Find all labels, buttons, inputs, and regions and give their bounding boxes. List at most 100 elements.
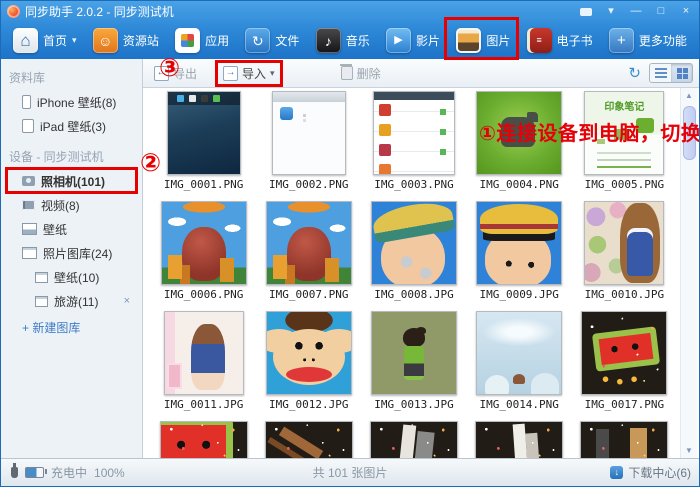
scroll-down-icon[interactable]: ▼	[685, 443, 693, 459]
photo-item[interactable]: IMG_0007.PNG	[256, 201, 361, 311]
photo-filename: IMG_0008.JPG	[374, 288, 454, 301]
sidebar-item-label: 壁纸(10)	[54, 270, 100, 285]
more-functions-icon: +	[608, 28, 634, 53]
photo-filename: IMG_0012.JPG	[269, 398, 349, 411]
photo-thumbnail[interactable]	[580, 421, 669, 459]
toolbar-files-button[interactable]: ↻ 文件	[245, 28, 299, 53]
main-toolbar: ⌂ 首页 ▾ ☺ 资源站 应用 ↻ 文件 ♪ 音乐 ▶ 影片 图片 ≡ 电子书 …	[1, 17, 699, 60]
photo-item[interactable]: IMG_0002.PNG	[256, 91, 361, 201]
close-icon[interactable]: ×	[679, 6, 693, 18]
wallpaper-icon	[22, 223, 37, 235]
photo-item[interactable]: IMG_0014.PNG	[467, 311, 572, 421]
photo-thumbnail[interactable]	[475, 421, 564, 459]
photo-item[interactable]: IMG_0013.JPG	[361, 311, 466, 421]
photo-thumbnail[interactable]	[271, 91, 346, 175]
sidebar-item-iphone-wallpaper[interactable]: iPhone 壁纸(8)	[1, 90, 142, 114]
toolbar-apps-button[interactable]: 应用	[175, 28, 229, 53]
new-gallery-button[interactable]: + 新建图库	[1, 313, 142, 336]
delete-button[interactable]: 删除	[336, 63, 386, 84]
photo-thumbnail[interactable]	[372, 91, 455, 175]
import-icon: →	[223, 65, 239, 81]
photo-item[interactable]: IMG_0008.JPG	[361, 201, 466, 311]
minimize-to-tray-icon[interactable]: ▾	[604, 6, 618, 18]
photo-item[interactable]	[361, 421, 466, 459]
export-label: 导出	[173, 66, 198, 81]
photo-filename: IMG_0006.PNG	[163, 288, 244, 301]
sidebar-item-wallpaper[interactable]: 壁纸	[1, 217, 142, 241]
photo-item[interactable]: 印象笔记 IMG_0005.PNG	[572, 91, 677, 201]
charge-status-text: 充电中	[51, 466, 88, 480]
photo-filename: IMG_0003.PNG	[374, 178, 454, 191]
photo-thumbnail[interactable]	[265, 311, 352, 395]
photo-thumbnail[interactable]	[163, 311, 244, 395]
app-logo-icon	[7, 5, 20, 18]
photo-item[interactable]	[467, 421, 572, 459]
remove-album-icon[interactable]: ×	[124, 295, 130, 307]
device-section-header: 设备 - 同步测试机	[9, 150, 104, 164]
toolbar-home-button[interactable]: ⌂ 首页 ▾	[13, 28, 77, 53]
photo-item[interactable]: IMG_0003.PNG	[361, 91, 466, 201]
photo-thumbnail[interactable]	[476, 311, 563, 395]
photo-filename: IMG_0002.PNG	[269, 178, 349, 191]
photo-item[interactable]: IMG_0017.PNG	[572, 311, 677, 421]
video-play-icon: ▶	[386, 28, 412, 53]
download-center-button[interactable]: ↓ 下载中心(6)	[610, 464, 699, 481]
photo-item[interactable]	[256, 421, 361, 459]
photo-thumbnail[interactable]	[584, 201, 665, 285]
photo-filename: IMG_0014.PNG	[479, 398, 559, 411]
export-icon: ←	[154, 65, 169, 81]
toolbar-pictures-button[interactable]: 图片	[444, 17, 520, 60]
photo-item[interactable]: IMG_0001.PNG	[151, 91, 256, 201]
sidebar-item-label: 照相机(101)	[41, 174, 106, 189]
photo-item[interactable]	[572, 421, 677, 459]
photo-thumbnail[interactable]: 印象笔记	[584, 91, 665, 175]
sidebar-item-travel[interactable]: 旅游(11) ×	[1, 289, 142, 313]
sidebar-item-photo-library[interactable]: 照片图库(24)	[1, 241, 142, 265]
export-button[interactable]: ← 导出	[149, 63, 202, 84]
photo-filename: IMG_0013.JPG	[374, 398, 454, 411]
trash-icon	[339, 64, 353, 80]
toolbar-more-button[interactable]: + 更多功能	[608, 28, 687, 53]
album-icon	[35, 271, 48, 283]
grid-view-button[interactable]	[671, 64, 692, 82]
photo-item[interactable]: IMG_0012.JPG	[256, 311, 361, 421]
photo-thumbnail[interactable]	[166, 91, 241, 175]
toolbar-video-button[interactable]: ▶ 影片	[386, 28, 440, 53]
photo-item[interactable]: IMG_0006.PNG	[151, 201, 256, 311]
photo-item[interactable]: IMG_0009.JPG	[467, 201, 572, 311]
photo-thumbnail[interactable]	[369, 421, 458, 459]
sidebar-item-wallpaper-sub[interactable]: 壁纸(10)	[1, 265, 142, 289]
maximize-icon[interactable]: □	[654, 6, 668, 18]
photo-item[interactable]	[151, 421, 256, 459]
title-bar: 同步助手 2.0.2 - 同步测试机 ▾ — □ ×	[1, 1, 699, 22]
scrollbar-thumb[interactable]	[682, 106, 696, 160]
photo-thumbnail[interactable]	[264, 421, 353, 459]
photo-thumbnail[interactable]	[581, 311, 668, 395]
feedback-icon[interactable]	[579, 6, 593, 18]
iphone-icon	[22, 95, 31, 109]
photo-item[interactable]: IMG_0011.JPG	[151, 311, 256, 421]
list-view-button[interactable]	[650, 64, 671, 82]
toolbar-ebook-button[interactable]: ≡ 电子书	[526, 28, 593, 53]
refresh-icon[interactable]: ↻	[628, 66, 641, 81]
files-folder-icon: ↻	[245, 28, 271, 53]
sidebar-item-videos[interactable]: 视频(8)	[1, 193, 142, 217]
vertical-scrollbar[interactable]: ▲ ▼	[680, 88, 697, 459]
photo-thumbnail[interactable]	[370, 311, 457, 395]
photo-thumbnail[interactable]	[159, 421, 248, 459]
toolbar-music-button[interactable]: ♪ 音乐	[315, 28, 370, 53]
minimize-icon[interactable]: —	[629, 6, 643, 18]
photo-thumbnail[interactable]	[160, 201, 247, 285]
photo-thumbnail[interactable]	[476, 91, 563, 175]
photo-thumbnail[interactable]	[370, 201, 457, 285]
photo-thumbnail[interactable]	[476, 201, 563, 285]
toolbar-resource-button[interactable]: ☺ 资源站	[92, 28, 159, 53]
photo-item[interactable]: IMG_0010.JPG	[572, 201, 677, 311]
sidebar-item-camera[interactable]: 照相机(101)	[1, 167, 142, 194]
sidebar-item-ipad-wallpaper[interactable]: iPad 壁纸(3)	[1, 114, 142, 138]
scroll-up-icon[interactable]: ▲	[685, 88, 693, 104]
photo-item[interactable]: IMG_0004.PNG	[467, 91, 572, 201]
import-button[interactable]: → 导入 ▾	[215, 59, 283, 87]
photo-thumbnail[interactable]	[265, 201, 352, 285]
toolbar-label: 首页	[43, 34, 68, 48]
